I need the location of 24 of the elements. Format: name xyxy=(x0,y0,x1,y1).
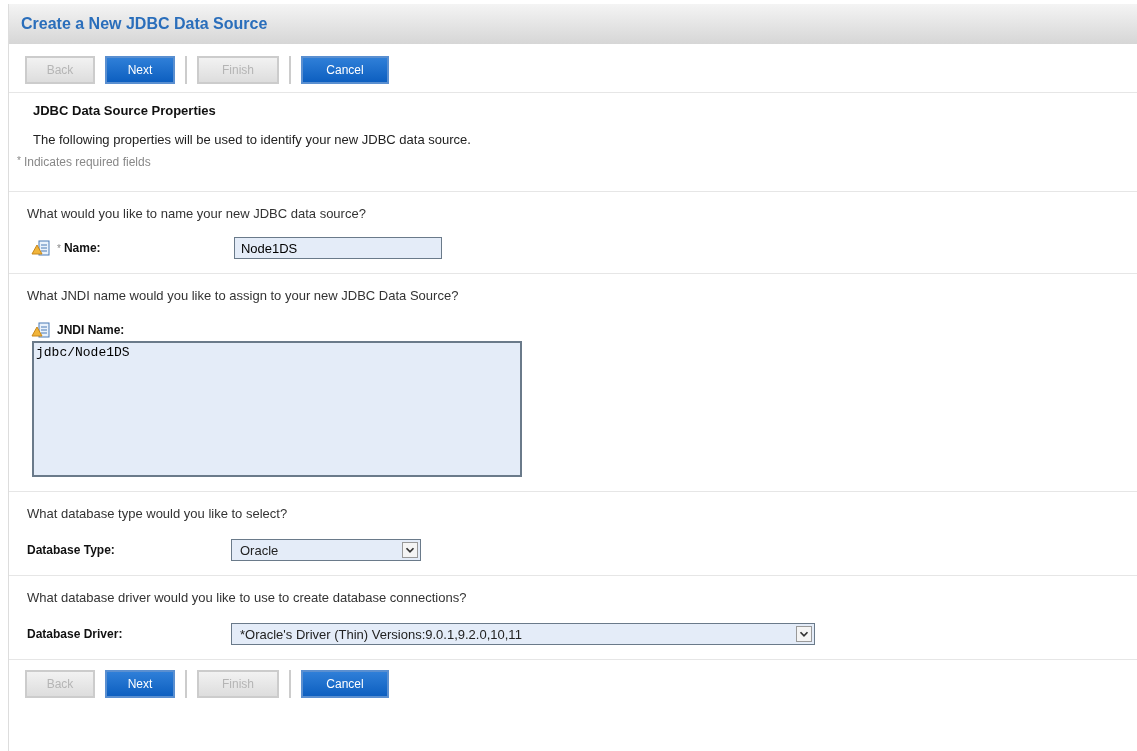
question-text: What JNDI name would you like to assign to your new JDBC Data Source? xyxy=(26,287,460,303)
input-field[interactable]: Node1DS xyxy=(233,237,442,259)
wizard-button[interactable]: Next xyxy=(105,56,175,84)
wizard-button[interactable]: Next xyxy=(105,670,175,698)
text-area[interactable]: jdbc/Node1DS xyxy=(32,341,522,477)
wizard-button[interactable]: Cancel xyxy=(301,56,389,84)
field-label: JNDI Name: xyxy=(57,323,125,337)
select-field[interactable]: *Oracle's Driver (Thin) Versions:9.0.1,9.2.0,10,11 xyxy=(231,623,815,645)
page-title: Create a New JDBC Data Source xyxy=(21,15,268,33)
question-text: What database driver would you like to use to create database connections? xyxy=(26,589,468,605)
required-note: Indicates required fields xyxy=(23,155,151,169)
field-label: Database Driver: xyxy=(27,627,124,641)
wizard-button[interactable]: Cancel xyxy=(301,670,389,698)
field-label: Database Type: xyxy=(27,543,116,557)
question-text: What database type would you like to select? xyxy=(26,505,289,521)
section-description: The following properties will be used to identify your new JDBC data source. xyxy=(32,131,472,147)
caret-icon xyxy=(796,626,812,642)
field-label: Name: xyxy=(63,241,102,255)
required-mark: * xyxy=(57,242,61,254)
required-mark: * xyxy=(17,155,21,166)
select-field[interactable]: Oracle xyxy=(231,539,421,561)
caret-icon xyxy=(402,542,418,558)
question-text: What would you like to name your new JDBC data source? xyxy=(26,205,367,221)
section-title: JDBC Data Source Properties xyxy=(32,102,217,118)
